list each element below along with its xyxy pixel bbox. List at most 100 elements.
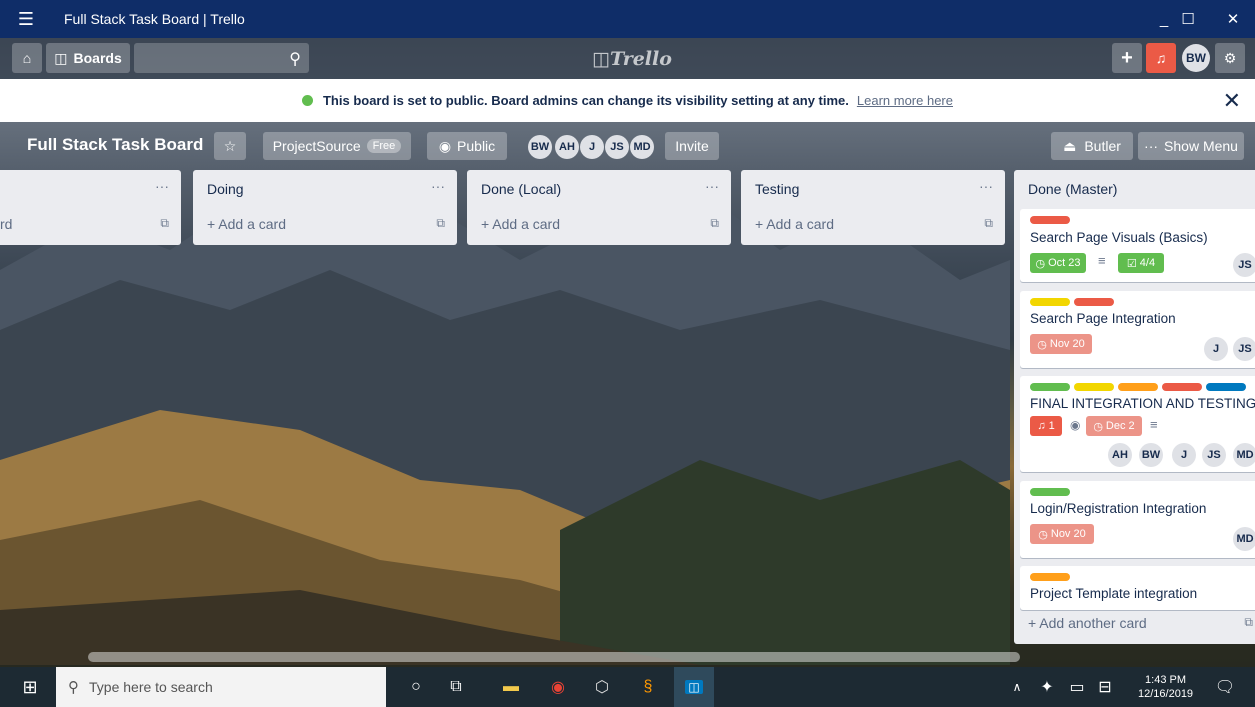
invite-button[interactable]: Invite [665, 132, 719, 160]
windows-start-icon[interactable]: ⊞ [10, 667, 50, 707]
task-view-icon[interactable]: ⧉ [436, 667, 476, 707]
boards-label: Boards [73, 50, 122, 66]
card-title: Project Template integration [1030, 586, 1198, 601]
card-template-icon[interactable]: ⧉ [984, 216, 993, 231]
label-red [1074, 298, 1114, 306]
member-avatar[interactable]: BW [528, 135, 552, 159]
list-done-master: Done (Master) Search Page Visuals (Basic… [1014, 170, 1255, 644]
close-notice-icon[interactable]: ✕ [1223, 88, 1241, 114]
list-title[interactable]: Testing [755, 181, 799, 197]
team-button[interactable]: ProjectSource Free [263, 132, 411, 160]
member-avatar[interactable]: J [580, 135, 604, 159]
battery-icon[interactable]: ▭ [1062, 667, 1092, 707]
notifications-button[interactable]: ♫ [1146, 43, 1176, 73]
show-menu-button[interactable]: ··· Show Menu [1138, 132, 1244, 160]
virtualbox-icon[interactable]: ⬡ [582, 667, 622, 707]
gear-icon: ⚙ [1223, 49, 1237, 66]
add-card-button[interactable]: + Add a card [481, 216, 560, 232]
description-icon: ≡ [1150, 417, 1158, 432]
list-done-local: Done (Local) ··· + Add a card ⧉ [467, 170, 731, 245]
create-button[interactable]: + [1112, 43, 1142, 73]
add-card-button[interactable]: + Add a card [207, 216, 286, 232]
card-member-avatar: J [1204, 337, 1228, 361]
public-board-notice: This board is set to public. Board admin… [0, 79, 1255, 122]
card-login-registration[interactable]: Login/Registration Integration ◷ Nov 20 M… [1020, 481, 1255, 558]
card-title: Search Page Visuals (Basics) [1030, 230, 1208, 245]
member-avatar[interactable]: MD [630, 135, 654, 159]
list-title[interactable]: Done (Local) [481, 181, 561, 197]
more-icon: ··· [1144, 138, 1159, 154]
notification-badge: ♫ 1 [1030, 416, 1062, 436]
list-title[interactable]: Done (Master) [1028, 181, 1117, 197]
card-template-icon[interactable]: ⧉ [1244, 615, 1253, 630]
card-title: Search Page Integration [1030, 311, 1176, 326]
file-explorer-icon[interactable]: ▬ [491, 667, 531, 707]
list-menu-icon[interactable]: ··· [705, 178, 719, 194]
card-title: FINAL INTEGRATION AND TESTING [1030, 396, 1255, 411]
list-title[interactable]: Doing [207, 181, 244, 197]
home-icon: ⌂ [22, 50, 32, 66]
due-date-badge: ◷ Dec 2 [1086, 416, 1142, 436]
card-final-integration[interactable]: FINAL INTEGRATION AND TESTING ♫ 1 ◉ ◷ Dec … [1020, 376, 1255, 472]
trello-app-icon[interactable]: ◫ [674, 667, 714, 707]
card-title: Login/Registration Integration [1030, 501, 1207, 516]
chrome-icon[interactable]: ◉ [538, 667, 578, 707]
card-template-icon[interactable]: ⧉ [710, 216, 719, 231]
card-template-icon[interactable]: ⧉ [160, 216, 169, 231]
visibility-button[interactable]: ◉ Public [427, 132, 507, 160]
learn-more-link[interactable]: Learn more here [857, 93, 953, 108]
card-search-page-visuals[interactable]: Search Page Visuals (Basics) ◷ Oct 23 ≡ ☑… [1020, 209, 1255, 282]
add-card-button[interactable]: + Add a card [755, 216, 834, 232]
list-menu-icon[interactable]: ··· [155, 178, 169, 194]
checkbox-icon: ☑ [1126, 257, 1137, 270]
taskbar-clock[interactable]: 1:43 PM 12/16/2019 [1138, 673, 1193, 701]
home-button[interactable]: ⌂ [12, 43, 42, 73]
show-menu-label: Show Menu [1164, 138, 1238, 154]
board-horizontal-scrollbar[interactable] [88, 652, 1020, 662]
label-orange [1118, 383, 1158, 391]
star-button[interactable]: ☆ [214, 132, 246, 160]
add-another-card-button[interactable]: + Add another card [1028, 615, 1147, 631]
label-yellow [1074, 383, 1114, 391]
keyboard-icon[interactable]: ⊟ [1090, 667, 1120, 707]
hamburger-menu-icon[interactable]: ☰ [6, 9, 46, 30]
card-template-icon[interactable]: ⧉ [436, 216, 445, 231]
windows-taskbar: ⊞ ⚲ Type here to search ○ ⧉ ▬ ◉ ⬡ § ◫ ∧ … [0, 667, 1255, 707]
board-header: Full Stack Task Board ☆ ProjectSource Fr… [0, 122, 1255, 170]
label-green [1030, 383, 1070, 391]
bell-icon: ♫ [1155, 50, 1167, 66]
card-project-template[interactable]: Project Template integration [1020, 566, 1255, 610]
member-avatar[interactable]: JS [605, 135, 629, 159]
notice-message: This board is set to public. Board admin… [322, 93, 849, 108]
card-search-page-integration[interactable]: Search Page Integration ◷ Nov 20 J JS [1020, 291, 1255, 368]
star-icon: ☆ [223, 137, 237, 154]
dropbox-icon[interactable]: ✦ [1032, 667, 1062, 707]
list-testing: Testing ··· + Add a card ⧉ [741, 170, 1005, 245]
board-name[interactable]: Full Stack Task Board [27, 135, 203, 155]
chevron-up-icon[interactable]: ∧ [1002, 667, 1032, 707]
list-menu-icon[interactable]: ··· [431, 178, 445, 194]
clock-icon: ◷ [1037, 338, 1047, 351]
settings-button[interactable]: ⚙ [1215, 43, 1245, 73]
app-header: ⌂ ◫ Boards ⚲ ◫Trello + ♫ BW ⚙ [0, 38, 1255, 79]
search-icon: ⚲ [68, 679, 79, 696]
label-red [1162, 383, 1202, 391]
add-card-button[interactable]: rd [0, 216, 12, 232]
search-input[interactable]: ⚲ [134, 43, 309, 73]
cortana-icon[interactable]: ○ [396, 667, 436, 707]
label-red [1030, 216, 1070, 224]
list-backlog: ··· rd ⧉ [0, 170, 181, 245]
member-avatar[interactable]: AH [555, 135, 579, 159]
action-center-icon[interactable]: 🗨 [1205, 667, 1245, 707]
butler-button[interactable]: ⏏ Butler [1051, 132, 1133, 160]
list-menu-icon[interactable]: ··· [979, 178, 993, 194]
maximize-icon[interactable]: ☐ [1166, 0, 1210, 38]
description-icon: ≡ [1098, 253, 1106, 268]
window-title: Full Stack Task Board | Trello [64, 11, 245, 27]
sublime-text-icon[interactable]: § [628, 667, 668, 707]
close-window-icon[interactable]: ✕ [1211, 0, 1255, 38]
user-avatar[interactable]: BW [1182, 44, 1210, 72]
boards-button[interactable]: ◫ Boards [46, 43, 130, 73]
trello-logo[interactable]: ◫Trello [592, 48, 672, 70]
taskbar-search-input[interactable]: ⚲ Type here to search [56, 667, 386, 707]
